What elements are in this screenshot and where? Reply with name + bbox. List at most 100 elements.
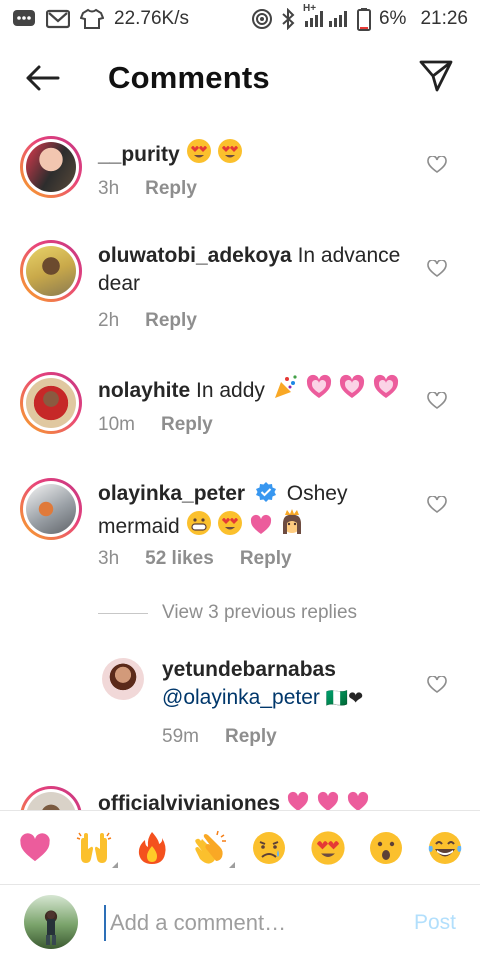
surprised-face-emoji-icon [370,831,403,864]
person-figure-icon [46,911,56,945]
shirt-icon [80,8,104,30]
heart-eyes-emoji-icon [311,830,345,865]
message-icon [12,9,36,29]
comment-username[interactable]: __purity [98,143,180,166]
header: Comments [0,40,480,120]
reply-trailing-emojis: 🇳🇬❤ [325,688,364,709]
like-button[interactable] [426,674,448,696]
signal-icon: H+ [303,3,349,29]
hotspot-icon [251,8,273,30]
battery-level: 6% [378,8,407,29]
heart-outline-icon [427,156,447,173]
grinning-emoji-icon [186,511,211,535]
share-button[interactable] [416,58,456,98]
sparkling-heart-emoji-icon [340,374,365,398]
crying-face-emoji-icon [253,831,286,864]
comment-time: 3h [98,548,120,569]
view-replies-label: View 3 previous replies [162,602,358,623]
comment-username[interactable]: olayinka_peter [98,482,245,505]
heart-emoji-icon [251,514,272,534]
tears-of-joy-emoji-icon [428,831,461,864]
emoji-fire-button[interactable] [130,826,174,870]
emoji-heart-eyes-button[interactable] [306,826,350,870]
heart-outline-icon [427,392,447,409]
comment-input[interactable] [104,905,384,941]
arrow-left-icon [24,64,60,97]
send-icon [418,59,454,98]
heart-eyes-emoji-icon [218,139,243,163]
emoji-crying-button[interactable] [247,826,291,870]
avatar[interactable] [20,478,82,540]
comment-compose-bar: Post [0,884,480,960]
skin-tone-indicator [111,861,118,868]
emoji-surprised-button[interactable] [364,826,408,870]
back-button[interactable] [20,60,64,100]
comment-username[interactable]: officialvivianjones [98,792,280,810]
reply-button[interactable]: Reply [240,548,292,570]
comment-emojis [286,791,370,810]
emoji-heart-button[interactable] [13,826,57,870]
emoji-clapping-hands-button[interactable] [189,826,235,870]
comment-emojis [271,374,401,402]
emoji-tears-of-joy-button[interactable] [423,826,467,870]
comment-emojis [186,509,306,538]
reply-button[interactable]: Reply [161,414,213,436]
avatar[interactable] [20,372,82,434]
heart-eyes-emoji-icon [186,139,211,163]
status-bar: 22.76K/s H+ 6% 21:26 [0,0,480,38]
avatar[interactable] [102,658,144,700]
comment-emojis [186,139,244,166]
heart-outline-icon [427,496,447,513]
comment-username[interactable]: yetundebarnabas [162,656,422,684]
battery-icon [356,7,371,31]
clock: 21:26 [420,8,468,29]
comment-username[interactable]: nolayhite [98,379,190,402]
network-type: H+ [302,3,317,14]
comment-text: In addy [196,379,265,402]
skin-tone-indicator [228,861,235,868]
reply-button[interactable]: Reply [145,178,197,200]
heart-eyes-emoji-icon [218,511,243,535]
like-button[interactable] [426,494,448,516]
raising-hands-emoji-icon [76,832,111,863]
emoji-raising-hands-button[interactable] [72,826,118,870]
comment-time: 2h [98,310,120,331]
current-user-avatar [24,895,78,949]
heart-outline-icon [427,676,447,693]
reply-button[interactable]: Reply [145,310,197,332]
confetti-ball-emoji-icon [274,375,297,398]
heart-emoji-icon [347,791,368,810]
mention-link[interactable]: @olayinka_peter [162,686,320,709]
page-title: Comments [108,60,270,95]
princess-emoji-icon [283,509,302,534]
gmail-icon [46,9,70,29]
divider [98,612,148,614]
avatar[interactable] [20,136,82,198]
network-speed: 22.76K/s [114,8,189,29]
verified-badge-icon [255,482,276,502]
heart-emoji-icon [317,791,338,810]
like-button[interactable] [426,154,448,176]
sparkling-heart-emoji-icon [306,374,331,398]
reply-button[interactable]: Reply [225,726,277,748]
like-button[interactable] [426,258,448,280]
comment-time: 59m [162,726,199,747]
avatar[interactable] [20,240,82,302]
heart-emoji-icon [287,791,308,810]
sparkling-heart-emoji-icon [374,374,399,398]
comment-time: 10m [98,414,135,435]
comment-time: 3h [98,178,120,199]
post-button[interactable]: Post [414,911,456,935]
comment-username[interactable]: oluwatobi_adekoya [98,244,292,267]
bluetooth-icon [281,8,295,30]
heart-emoji-icon [20,832,50,861]
like-count[interactable]: 52 likes [145,548,214,570]
fire-emoji-icon [139,831,166,864]
like-button[interactable] [426,390,448,412]
view-previous-replies-button[interactable]: View 3 previous replies [98,602,357,624]
avatar[interactable] [20,786,82,810]
emoji-quick-reactions [0,810,480,884]
clapping-hands-emoji-icon [194,830,226,864]
comments-list[interactable]: __purity 3h Reply oluwatobi_adekoya In a… [0,128,480,810]
heart-outline-icon [427,260,447,277]
